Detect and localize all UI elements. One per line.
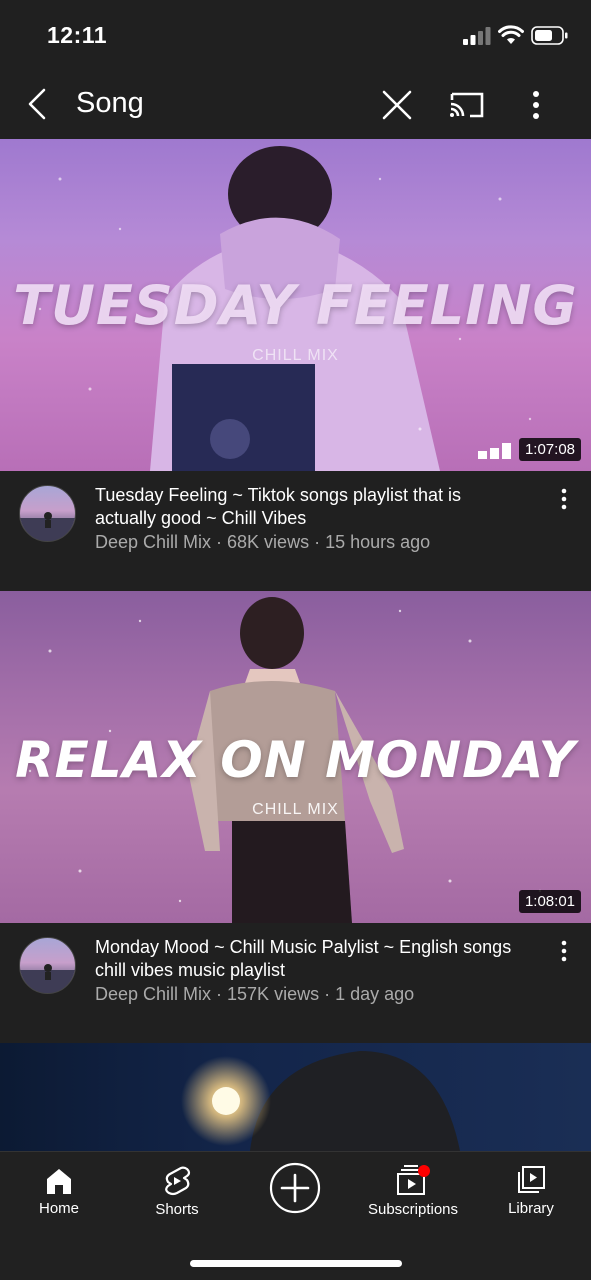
channel-avatar[interactable] xyxy=(19,937,76,994)
search-query[interactable]: Song xyxy=(76,87,144,120)
channel-avatar[interactable] xyxy=(19,485,76,542)
battery-icon xyxy=(531,26,568,45)
video-thumbnail[interactable]: RELAX ON MONDAY CHILL MIX 1:08:01 xyxy=(0,591,591,923)
avatar-image xyxy=(20,964,75,993)
shorts-icon xyxy=(165,1166,191,1196)
video-title[interactable]: Tuesday Feeling ~ Tiktok songs playlist … xyxy=(95,484,525,530)
nav-home-label: Home xyxy=(38,1200,79,1217)
nav-subscriptions[interactable]: Subscriptions xyxy=(354,1152,472,1218)
avatar-image xyxy=(20,512,75,541)
nav-library[interactable]: Library xyxy=(472,1152,590,1217)
video-more-icon[interactable] xyxy=(553,939,575,963)
nav-create[interactable] xyxy=(236,1152,354,1214)
video-thumbnail[interactable]: TUESDAY FEELING CHILL MIX 1:07:08 xyxy=(0,139,591,471)
status-time: 12:11 xyxy=(47,22,108,48)
thumbnail-subtitle: CHILL MIX xyxy=(252,801,339,818)
video-more-icon[interactable] xyxy=(553,487,575,511)
video-duration: 1:07:08 xyxy=(518,438,581,461)
cellular-signal-icon xyxy=(463,27,491,45)
cast-icon[interactable] xyxy=(448,88,486,122)
back-icon[interactable] xyxy=(22,84,54,124)
video-title[interactable]: Monday Mood ~ Chill Music Palylist ~ Eng… xyxy=(95,936,525,982)
subscriptions-icon xyxy=(397,1165,430,1195)
nav-shorts[interactable]: Shorts xyxy=(118,1152,236,1218)
create-icon xyxy=(269,1162,321,1214)
video-channel-line: Deep Chill Mix · 68K views · 15 hours ag… xyxy=(95,532,431,552)
video-duration: 1:08:01 xyxy=(518,890,581,913)
thumbnail-artwork xyxy=(181,1051,460,1151)
status-bar: 12:11 xyxy=(0,0,591,72)
wifi-icon xyxy=(498,25,524,44)
home-indicator[interactable] xyxy=(190,1260,402,1267)
clear-search-icon[interactable] xyxy=(378,86,416,124)
thumbnail-title: TUESDAY FEELING xyxy=(13,274,578,337)
library-icon xyxy=(518,1166,545,1193)
thumbnail-title: RELAX ON MONDAY xyxy=(15,731,576,789)
more-options-icon[interactable] xyxy=(522,88,550,122)
video-info[interactable]: Monday Mood ~ Chill Music Palylist ~ Eng… xyxy=(0,923,591,1043)
video-thumbnail[interactable] xyxy=(0,1043,591,1151)
nav-library-label: Library xyxy=(508,1200,554,1217)
quality-bars-icon xyxy=(478,443,511,459)
nav-subscriptions-label: Subscriptions xyxy=(367,1201,459,1218)
thumbnail-subtitle: CHILL MIX xyxy=(252,347,339,364)
nav-home[interactable]: Home xyxy=(0,1152,118,1217)
nav-shorts-label: Shorts xyxy=(155,1201,199,1218)
search-results-bar: Song xyxy=(0,72,591,138)
video-channel-line: Deep Chill Mix · 157K views · 1 day ago xyxy=(95,984,415,1004)
home-icon xyxy=(47,1169,71,1194)
video-info[interactable]: Tuesday Feeling ~ Tiktok songs playlist … xyxy=(0,471,591,591)
